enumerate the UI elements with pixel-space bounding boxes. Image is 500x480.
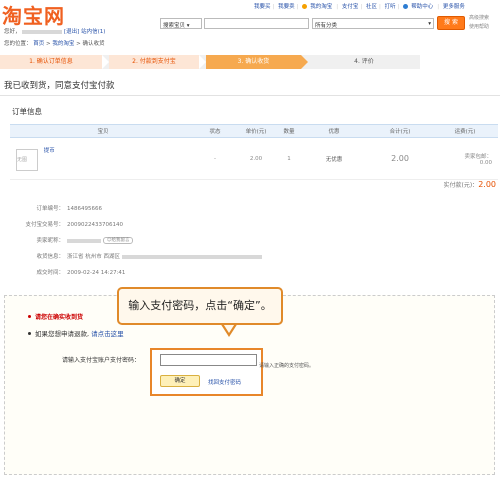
forgot-password-link[interactable]: 找回支付密码 [208,378,241,386]
refund-link[interactable]: 请点击这里 [91,330,124,338]
shipping-label: 卖家包邮： [464,153,492,160]
item-thumbnail[interactable]: 无图 [16,149,38,172]
top-link-my-taobao[interactable]: 我的淘宝 [302,4,334,10]
col-qty: 数量 [278,124,300,138]
category-select[interactable]: 所有分类 ▾ [312,18,434,29]
order-info-block: 订单编号： 1486495666 支付宝交易号： 2009022433706140 … [0,200,320,290]
breadcrumb: 您的位置： 首页 > 我的淘宝 > 确认收货 [4,41,105,47]
total-paid: 实付款(元)：2.00 [443,180,497,189]
col-total: 合计(元) [368,124,432,138]
step-confirm-order: 1. 确认订单信息 [0,55,102,69]
instruction-callout: 输入支付密码，点击“确定”。 [117,287,283,325]
top-link-help[interactable]: 帮助中心 [403,4,435,10]
password-hint: 请输入正确的支付密码。 [259,363,315,369]
col-item: 宝贝 [10,124,196,138]
search-scope-select[interactable]: 搜索宝贝 ▾ [160,18,202,29]
welcome-bar: 您好， [退出] 站内信(1) [4,29,106,35]
advanced-search-link[interactable]: 高级搜索 [469,15,489,21]
search-help-link[interactable]: 使用帮助 [469,24,489,30]
deal-time: 2009-02-24 14:27:41 [67,270,126,276]
top-link-community[interactable]: 社区 [366,4,377,10]
search-button[interactable]: 搜 索 [437,16,465,30]
search-extra-links: 高级搜索 使用帮助 [469,14,489,32]
alipay-trade-number: 2009022433706140 [67,222,123,228]
logout-link[interactable]: [退出] [64,29,79,35]
col-shipping: 运费(元) [432,124,498,138]
table-row: 无图 提币 - 2.00 1 无优惠 2.00 卖家包邮： 0.00 [10,137,498,180]
order-items-table: 宝贝 状态 单价(元) 数量 优惠 合计(元) 运费(元) 无图 提币 - 2.… [10,124,498,180]
top-link-sell[interactable]: 我要卖 [278,4,295,10]
password-input[interactable] [160,354,257,366]
star-icon [302,4,308,9]
warning-notice: 请您在确实收到货 [28,312,83,321]
search-input[interactable] [204,18,309,29]
breadcrumb-home[interactable]: 首页 [33,41,44,47]
address-redacted [121,254,262,259]
page-title: 我已收到货，同意支付宝付款 [4,81,115,91]
top-link-more[interactable]: 更多服务 [443,4,465,10]
username-redacted [22,29,63,34]
wangwang-message-button[interactable]: ☺给我留言 [102,237,134,244]
col-status: 状态 [196,124,234,138]
item-total: 2.00 [368,137,432,180]
chevron-down-icon: ▾ [428,21,431,27]
taobao-logo[interactable]: 淘宝网 [2,0,65,29]
breadcrumb-my-taobao[interactable]: 我的淘宝 [52,41,74,47]
messages-link[interactable]: 站内信(1) [81,29,105,35]
item-status: - [196,137,234,180]
top-link-buy[interactable]: 我要买 [254,4,271,10]
step-confirm-receipt: 3. 确认收货 [206,55,301,69]
breadcrumb-current: 确认收货 [82,41,105,47]
divider [0,95,500,96]
top-nav: 我要买 | 我要卖 | 我的淘宝 | 支付宝 | 社区 | 打听 | 帮助中心 | 更多服务 [254,4,465,10]
refund-notice: 如果您想申请退款, 请点击这里 [28,328,124,338]
order-section-title: 订单信息 [12,107,42,116]
top-link-alipay[interactable]: 支付宝 [342,4,359,10]
seller-name-redacted [67,238,101,243]
table-header-row: 宝贝 状态 单价(元) 数量 优惠 合计(元) 运费(元) [10,124,498,138]
order-progress-steps: 1. 确认订单信息 2. 付款到支付宝 3. 确认收货 4. 评价 [0,55,420,69]
item-name-link[interactable]: 提币 [44,148,55,154]
col-price: 单价(元) [234,124,278,138]
item-price: 2.00 [234,137,278,180]
step-review: 4. 评价 [308,55,420,69]
chevron-down-icon: ▾ [186,23,190,29]
top-link-ask[interactable]: 打听 [385,4,396,10]
shipping-value: 0.00 [479,159,492,166]
total-paid-value: 2.00 [478,180,496,189]
item-discount: 无优惠 [300,137,368,180]
item-qty: 1 [278,137,300,180]
order-number: 1486495666 [67,206,102,212]
col-discount: 优惠 [300,124,368,138]
password-label: 请输入支付宝账户支付密码： [62,357,141,364]
confirm-button[interactable]: 确定 [160,375,200,387]
step-pay-alipay: 2. 付款到支付宝 [109,55,199,69]
help-icon [403,4,409,9]
shipping-address: 浙江省 杭州市 西湖区 [67,254,120,260]
